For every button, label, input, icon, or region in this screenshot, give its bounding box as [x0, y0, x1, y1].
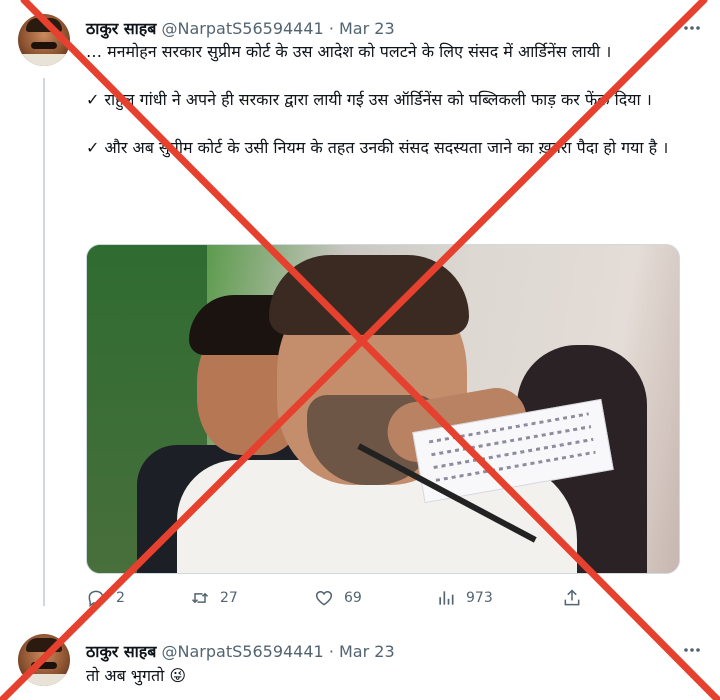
retweet-button[interactable]: 27: [190, 588, 238, 608]
reply-count: 2: [116, 590, 125, 606]
tweet-header: ठाकुर साहब @NarpatS56594441 · Mar 23: [86, 17, 395, 39]
avatar[interactable]: [18, 634, 70, 686]
user-handle[interactable]: @NarpatS56594441: [162, 642, 324, 661]
tweet-date[interactable]: Mar 23: [339, 19, 395, 38]
tweet-photo[interactable]: [86, 244, 680, 574]
more-horizontal-icon: [684, 648, 700, 652]
avatar-shirt: [18, 54, 70, 66]
share-button[interactable]: [562, 588, 582, 608]
reply-icon: [88, 590, 104, 607]
avatar-hair: [26, 638, 62, 652]
reply-button[interactable]: 2: [86, 588, 125, 608]
avatar[interactable]: [18, 14, 70, 66]
retweet-count: 27: [220, 590, 238, 606]
share-icon: [564, 589, 580, 606]
meta-separator: ·: [328, 642, 334, 661]
like-button[interactable]: 69: [314, 588, 362, 608]
avatar-moustache: [31, 662, 57, 669]
more-horizontal-icon: [684, 26, 700, 30]
retweet-icon: [191, 592, 209, 604]
tweet-actions: 2 27 69 973: [86, 588, 606, 610]
tweet[interactable]: ठाकुर साहब @NarpatS56594441 · Mar 23 … म…: [0, 0, 720, 620]
heart-icon: [315, 590, 333, 606]
avatar-hair: [26, 18, 62, 32]
display-name[interactable]: ठाकुर साहब: [86, 642, 156, 661]
avatar-moustache: [31, 42, 57, 49]
more-options-button[interactable]: [678, 640, 706, 660]
views-chart-icon: [439, 591, 454, 605]
thread-connector: [43, 78, 45, 606]
tweet-date[interactable]: Mar 23: [339, 642, 395, 661]
user-handle[interactable]: @NarpatS56594441: [162, 19, 324, 38]
tweet-text: … मनमोहन सरकार सुप्रीम कोर्ट के उस आदेश …: [86, 42, 669, 157]
photo-speaker-hair: [269, 255, 469, 335]
tweet-header: ठाकुर साहब @NarpatS56594441 · Mar 23: [86, 640, 395, 662]
views-button[interactable]: 973: [436, 588, 493, 608]
meta-separator: ·: [328, 19, 334, 38]
avatar-shirt: [18, 674, 70, 686]
like-count: 69: [344, 590, 362, 606]
tweet-text: तो अब भुगतो 😜: [86, 666, 187, 685]
more-options-button[interactable]: [678, 18, 706, 38]
tweet-reply[interactable]: ठाकुर साहब @NarpatS56594441 · Mar 23 तो …: [0, 620, 720, 700]
display-name[interactable]: ठाकुर साहब: [86, 19, 156, 38]
view-count: 973: [466, 590, 493, 606]
